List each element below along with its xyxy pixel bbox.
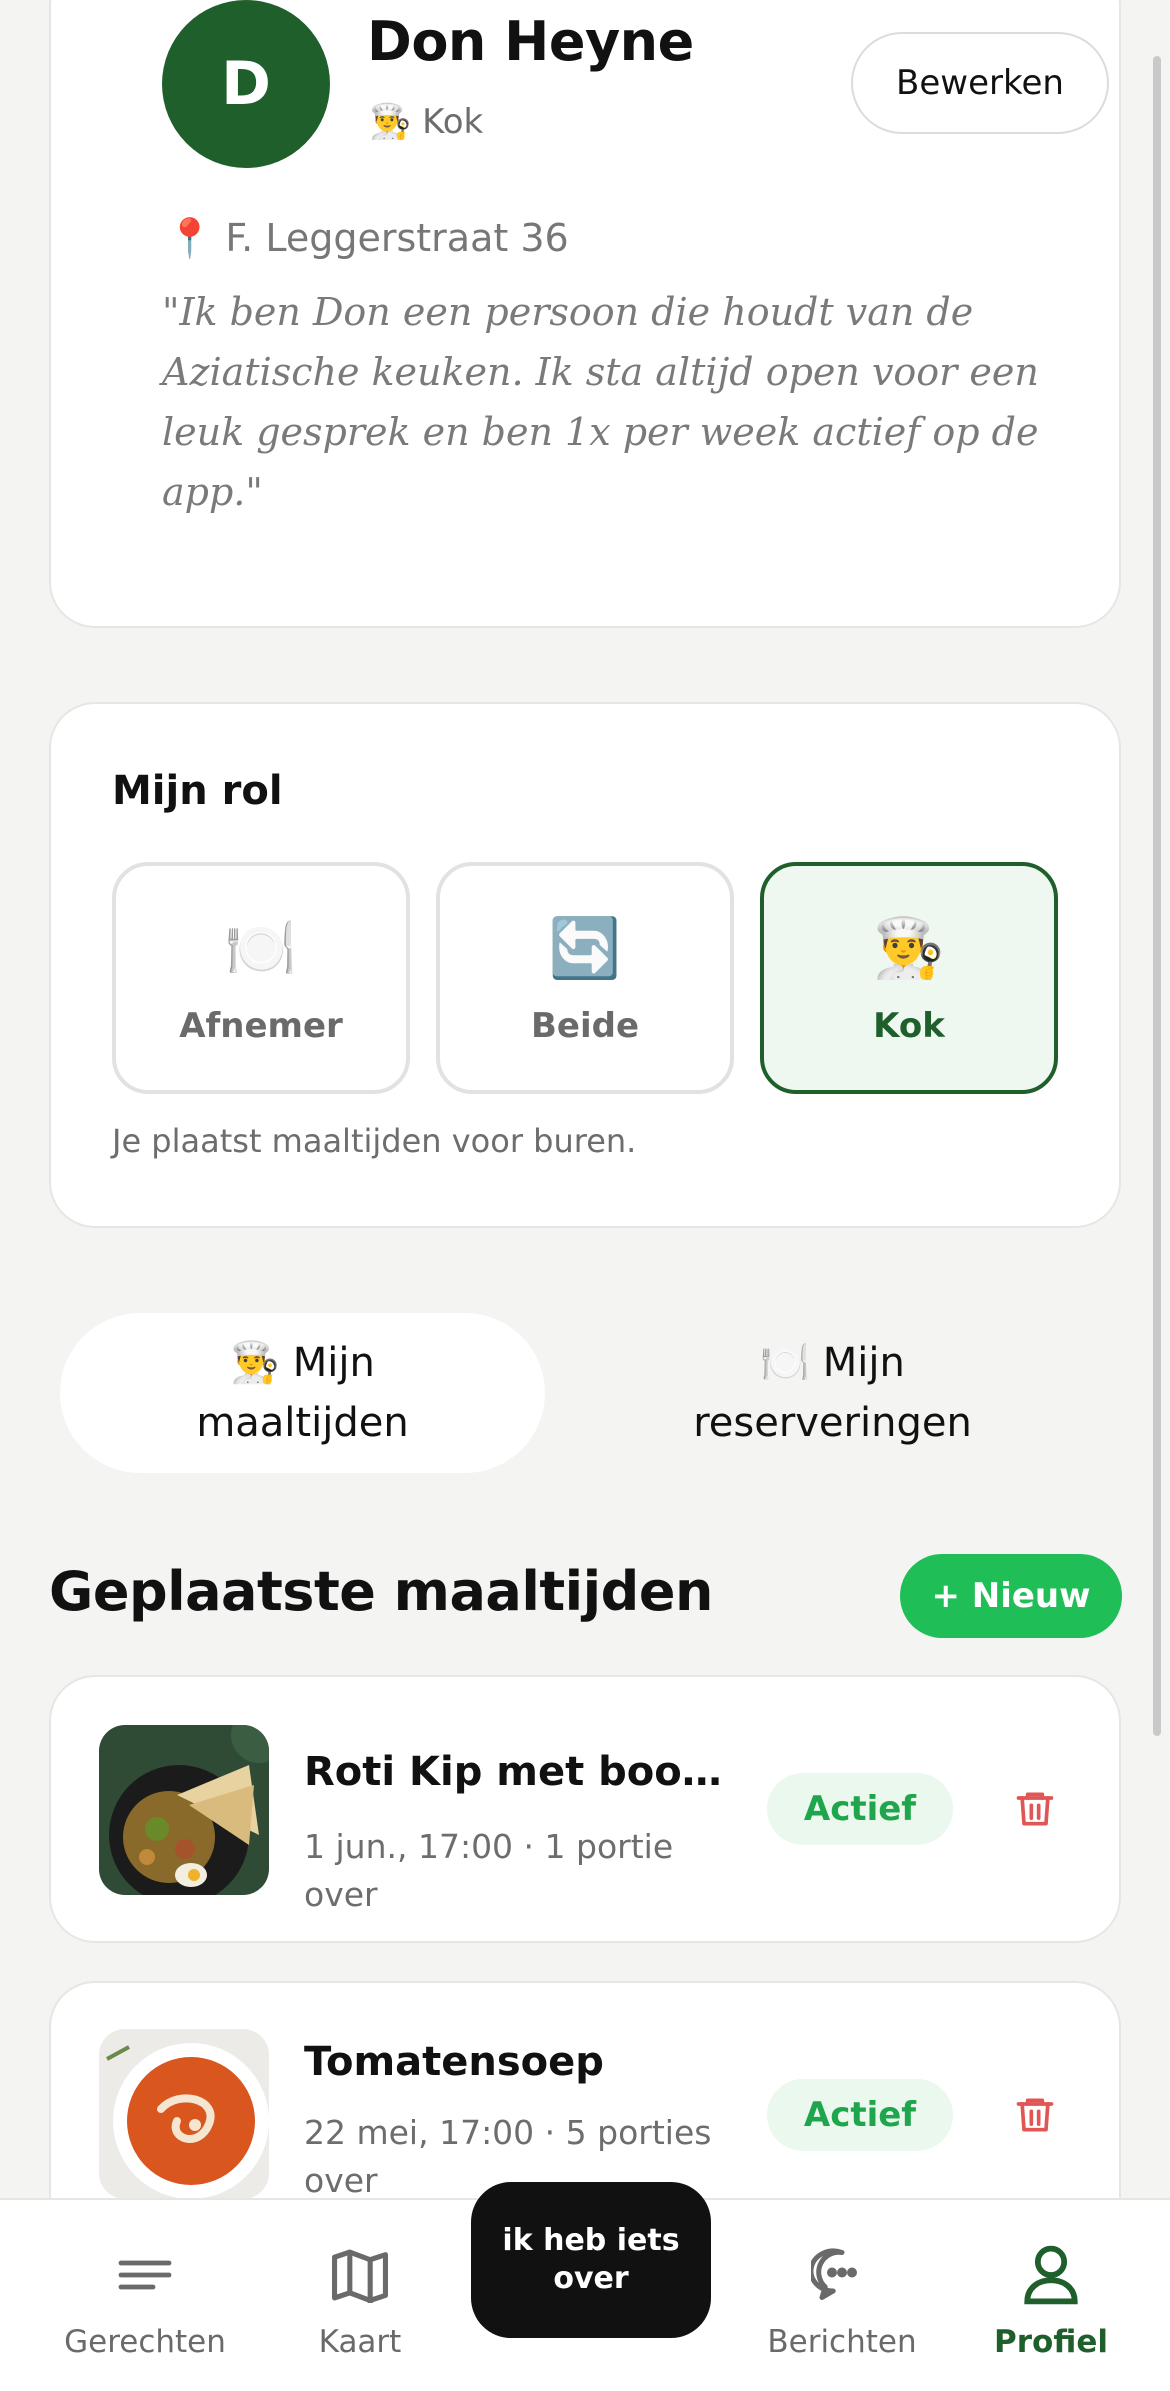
plate-cutlery-icon: 🍽️ (224, 914, 298, 982)
profile-bio: "Ik ben Don een persoon die houdt van de… (162, 290, 1039, 514)
meal-title: Tomatensoep (304, 2039, 604, 2085)
scrollbar[interactable] (1153, 56, 1161, 1736)
nav-label: Berichten (767, 2324, 917, 2360)
tab-label-line2: maaltijden (196, 1400, 409, 1446)
map-icon (260, 2238, 460, 2312)
trash-icon[interactable] (1003, 1777, 1067, 1841)
tab-mijn-reserveringen[interactable]: 🍽️ Mijn reserveringen (590, 1313, 1075, 1473)
role-card: Mijn rol 🍽️ Afnemer 🔄 Beide 👨‍🍳 Kok Je p… (49, 702, 1121, 1228)
tab-label-line1: 👨‍🍳 Mijn (230, 1340, 375, 1386)
chef-icon: 👨‍🍳 (872, 914, 946, 982)
role-option-afnemer[interactable]: 🍽️ Afnemer (112, 862, 410, 1094)
nav-item-berichten[interactable]: Berichten (742, 2238, 942, 2360)
profile-name: Don Heyne (367, 10, 694, 73)
nav-label: Kaart (318, 2324, 402, 2360)
nav-item-gerechten[interactable]: Gerechten (45, 2238, 245, 2360)
chat-bubble-icon (742, 2238, 942, 2312)
profile-role-label: Kok (422, 102, 484, 142)
status-badge: Actief (767, 2079, 953, 2151)
menu-lines-icon (45, 2238, 245, 2312)
status-badge: Actief (767, 1773, 953, 1845)
role-option-beide[interactable]: 🔄 Beide (436, 862, 734, 1094)
role-option-label: Beide (530, 1006, 640, 1046)
user-icon (951, 2238, 1151, 2312)
new-meal-button[interactable]: + Nieuw (900, 1554, 1122, 1638)
profile-role: 👨‍🍳 Kok (369, 102, 483, 142)
profile-address: 📍 F. Leggerstraat 36 (166, 216, 569, 261)
share-leftovers-button[interactable]: ik heb iets over (471, 2182, 711, 2338)
avatar-initial: D (221, 49, 271, 119)
role-option-label: Kok (873, 1006, 945, 1046)
meal-meta: 1 jun., 17:00 · 1 portie over (304, 1827, 674, 1914)
meal-image (99, 2029, 269, 2199)
nav-label: Profiel (994, 2324, 1108, 2360)
role-option-kok[interactable]: 👨‍🍳 Kok (760, 862, 1058, 1094)
repeat-arrows-icon: 🔄 (548, 914, 622, 982)
avatar: D (162, 0, 330, 168)
role-description: Je plaatst maaltijden voor buren. (112, 1122, 637, 1160)
section-title: Geplaatste maaltijden (49, 1560, 713, 1623)
role-title: Mijn rol (112, 768, 283, 814)
tab-label-line1: 🍽️ Mijn (760, 1340, 905, 1386)
profile-card: D Don Heyne 👨‍🍳 Kok Bewerken 📍 F. Legger… (49, 0, 1121, 628)
trash-icon[interactable] (1003, 2083, 1067, 2147)
address-text: F. Leggerstraat 36 (225, 216, 569, 260)
role-option-label: Afnemer (179, 1006, 343, 1046)
location-pin-icon: 📍 (166, 216, 214, 260)
nav-label: Gerechten (64, 2324, 226, 2360)
meal-card[interactable]: Roti Kip met boont… 1 jun., 17:00 · 1 po… (49, 1675, 1121, 1943)
chef-icon: 👨‍🍳 (369, 102, 412, 142)
nav-item-profiel[interactable]: Profiel (951, 2238, 1151, 2360)
tab-label-line2: reserveringen (693, 1400, 972, 1446)
meal-title: Roti Kip met boont… (304, 1749, 744, 1795)
edit-profile-button[interactable]: Bewerken (851, 32, 1109, 134)
tab-mijn-maaltijden[interactable]: 👨‍🍳 Mijn maaltijden (60, 1313, 545, 1473)
nav-item-kaart[interactable]: Kaart (260, 2238, 460, 2360)
meal-image (99, 1725, 269, 1895)
